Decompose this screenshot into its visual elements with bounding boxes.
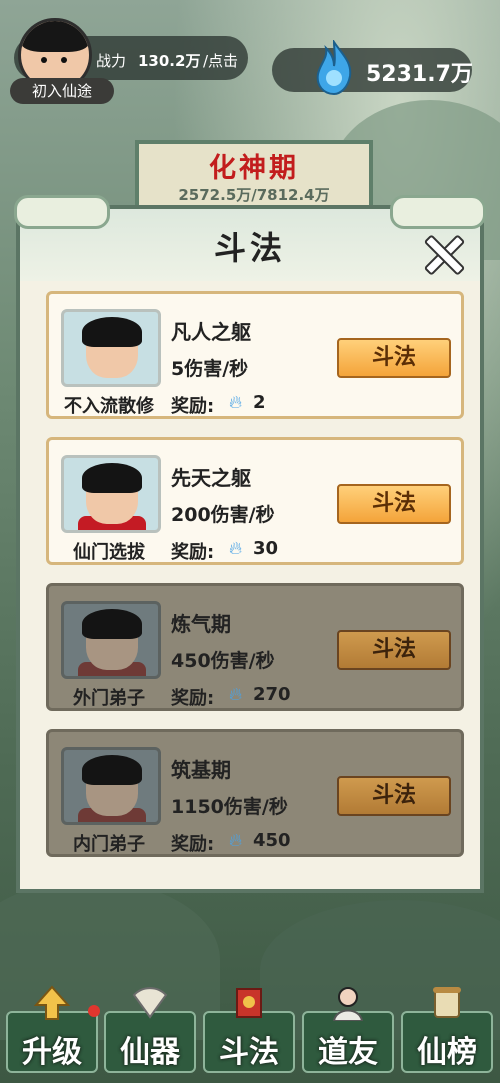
fight-dialog: 斗法 凡人之躯 5伤害/秒 不入流散修 奖励: 🔥︎ 2 斗法 先天之躯 200… xyxy=(14,195,486,893)
spirit-flame-icon: 🔥︎ xyxy=(229,684,243,705)
spirit-flame-icon: 🔥︎ xyxy=(229,392,243,413)
fight-button[interactable]: 斗法 xyxy=(337,630,451,670)
opponent-card: 先天之躯 200伤害/秒 仙门选拔 奖励: 🔥︎ 30 斗法 xyxy=(46,437,464,565)
opponent-portrait xyxy=(61,309,161,387)
scroll-icon xyxy=(433,987,461,1018)
nav-artifact[interactable]: 仙器 xyxy=(104,987,196,1083)
spirit-flame-icon: 🔥︎ xyxy=(229,538,243,559)
opponent-dps: 5伤害/秒 xyxy=(171,358,249,380)
opponent-portrait xyxy=(61,747,161,825)
opponent-title: 仙门选拔 xyxy=(73,542,145,563)
fight-button[interactable]: 斗法 xyxy=(337,484,451,524)
fight-button[interactable]: 斗法 xyxy=(337,338,451,378)
opponent-realm: 炼气期 xyxy=(171,612,231,636)
reward-label: 奖励: xyxy=(171,396,215,417)
opponent-realm: 凡人之躯 xyxy=(171,320,251,344)
reward-label: 奖励: xyxy=(171,542,215,563)
nav-fight[interactable]: 斗法 xyxy=(203,988,295,1083)
nav-label: 道友 xyxy=(318,1035,378,1070)
opponent-title: 内门弟子 xyxy=(73,834,145,855)
realm-progress: 2572.5万/7812.4万 xyxy=(178,186,330,204)
fight-button[interactable]: 斗法 xyxy=(337,776,451,816)
nav-label: 斗法 xyxy=(219,1035,279,1070)
reward-value: 2 xyxy=(253,392,266,413)
player-rank: 初入仙途 xyxy=(10,78,114,104)
nav-label: 仙器 xyxy=(120,1035,180,1070)
reward-value: 270 xyxy=(253,684,291,705)
realm-title: 化神期 xyxy=(209,153,299,184)
nav-ranking[interactable]: 仙榜 xyxy=(401,987,493,1083)
upgrade-arrow-icon xyxy=(34,985,70,1020)
banner-icon xyxy=(236,988,262,1018)
nav-label: 升级 xyxy=(22,1035,82,1070)
nav-upgrade[interactable]: 升级 xyxy=(6,985,100,1083)
reward-label: 奖励: xyxy=(171,834,215,855)
opponent-title: 外门弟子 xyxy=(73,688,145,709)
opponent-card-locked: 炼气期 450伤害/秒 外门弟子 奖励: 🔥︎ 270 斗法 xyxy=(46,583,464,711)
bottom-nav: 升级 仙器 斗法 道友 仙榜 xyxy=(0,985,500,1083)
notification-badge xyxy=(88,1005,100,1017)
fan-icon xyxy=(132,987,168,1019)
realm-plaque: 化神期 2572.5万/7812.4万 xyxy=(135,140,373,210)
opponent-dps: 1150伤害/秒 xyxy=(171,796,288,818)
opponent-dps: 200伤害/秒 xyxy=(171,504,275,526)
blue-spirit-flame-icon xyxy=(316,40,352,96)
opponent-card: 凡人之躯 5伤害/秒 不入流散修 奖励: 🔥︎ 2 斗法 xyxy=(46,291,464,419)
reward-value: 30 xyxy=(253,538,279,559)
dialog-title: 斗法 xyxy=(213,229,286,267)
nav-label: 仙榜 xyxy=(417,1035,477,1070)
opponent-portrait xyxy=(61,601,161,679)
opponent-realm: 筑基期 xyxy=(171,758,231,782)
opponent-title: 不入流散修 xyxy=(64,396,154,417)
opponent-dps: 450伤害/秒 xyxy=(171,650,275,672)
power-value: 130.2万 xyxy=(138,52,201,70)
companion-icon xyxy=(332,987,364,1021)
opponent-portrait xyxy=(61,455,161,533)
opponent-realm: 先天之躯 xyxy=(171,466,251,490)
opponent-card-locked: 筑基期 1150伤害/秒 内门弟子 奖励: 🔥︎ 450 斗法 xyxy=(46,729,464,857)
per-tap-label: /点击 xyxy=(203,52,239,70)
power-label: 战力 xyxy=(96,52,127,70)
close-icon[interactable] xyxy=(422,233,462,273)
spirit-flame-icon: 🔥︎ xyxy=(229,830,243,851)
reward-value: 450 xyxy=(253,830,291,851)
currency-value: 5231.7万 xyxy=(366,62,473,87)
reward-label: 奖励: xyxy=(171,688,215,709)
nav-companion[interactable]: 道友 xyxy=(302,987,394,1083)
